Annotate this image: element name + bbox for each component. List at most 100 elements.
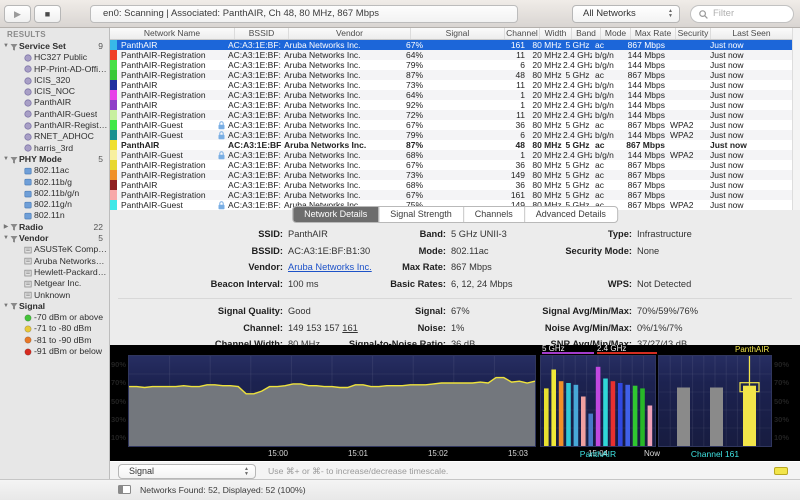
disclosure-triangle-icon[interactable]: ▶ (0, 222, 9, 233)
table-row[interactable]: PanthAIR-RegistrationAC:A3:1E:BF:…Aruba … (110, 190, 792, 200)
sidebar-item-panthair-guest[interactable]: PanthAIR-Guest (0, 109, 109, 120)
cell-security: WPA2 (667, 150, 702, 160)
sidebar-item-91-dbm-or-below[interactable]: -91 dBm or below (0, 346, 109, 357)
sidebar-group-service-set[interactable]: ▼Service Set9 (0, 41, 109, 52)
table-row[interactable]: PanthAIR-RegistrationAC:A3:1E:BF:…Aruba … (110, 110, 792, 120)
sidebar-item-802-11b-g-n[interactable]: 802.11b/g/n (0, 188, 109, 199)
sidebar-item-label: Netgear Inc. (34, 278, 81, 289)
sidebar-item-rnet-adhoc[interactable]: RNET_ADHOC (0, 131, 109, 142)
cell-channel: 36 (496, 120, 531, 130)
disclosure-triangle-icon[interactable]: ▼ (0, 301, 9, 312)
sidebar-item-81-to-90-dbm[interactable]: -81 to -90 dBm (0, 335, 109, 346)
cell-signal: 67% (402, 160, 496, 170)
table-row[interactable]: PanthAIRAC:A3:1E:BF:…Aruba Networks Inc.… (110, 40, 792, 50)
table-scrollbar[interactable] (792, 28, 800, 210)
sidebar-item-panthair[interactable]: PanthAIR (0, 97, 109, 108)
filter-placeholder: Filter (713, 8, 734, 19)
sidebar-item-802-11b-g[interactable]: 802.11b/g (0, 177, 109, 188)
sidebar-item-70-dbm-or-above[interactable]: -70 dBm or above (0, 312, 109, 323)
cell-vendor: Aruba Networks Inc. (282, 190, 402, 200)
table-header[interactable]: Network NameBSSIDVendorSignalChannelWidt… (110, 28, 792, 40)
sidebar-item-harris-3rd[interactable]: harris_3rd (0, 143, 109, 154)
graph-metric-popup[interactable]: Signal ▲▼ (118, 464, 256, 479)
table-row[interactable]: PanthAIR-RegistrationAC:A3:1E:BF:…Aruba … (110, 170, 792, 180)
table-row[interactable]: PanthAIR-GuestAC:A3:1E:BF:…Aruba Network… (110, 130, 792, 140)
column-header-channel[interactable]: Channel (505, 28, 540, 39)
cell-max-rate: 144 Mbps (622, 150, 667, 160)
network-filter-popup[interactable]: All Networks ▲▼ (572, 5, 680, 23)
cell-network-name: PanthAIR-Guest (117, 150, 228, 160)
column-header-band[interactable]: Band (572, 28, 601, 39)
sidebar-item-hewlett-packard[interactable]: Hewlett-Packard… (0, 267, 109, 278)
table-row[interactable]: PanthAIR-RegistrationAC:A3:1E:BF:…Aruba … (110, 70, 792, 80)
sidebar-item-802-11ac[interactable]: 802.11ac (0, 165, 109, 176)
play-icon: ▶ (14, 9, 21, 19)
cell-channel: 1 (496, 150, 531, 160)
column-header-signal[interactable]: Signal (411, 28, 505, 39)
tab-advanced-details[interactable]: Advanced Details (525, 207, 617, 222)
sidebar-item-icis-noc[interactable]: ICIS_NOC (0, 86, 109, 97)
sidebar-item-71-to-80-dbm[interactable]: -71 to -80 dBm (0, 323, 109, 334)
cell-vendor: Aruba Networks Inc. (282, 50, 402, 60)
table-row[interactable]: PanthAIR-RegistrationAC:A3:1E:BF:…Aruba … (110, 50, 792, 60)
table-row[interactable]: PanthAIRAC:A3:1E:BF:…Aruba Networks Inc.… (110, 100, 792, 110)
tab-channels[interactable]: Channels (464, 207, 525, 222)
scan-start-button[interactable]: ▶ (4, 5, 31, 23)
table-row[interactable]: PanthAIRAC:A3:1E:BF:…Aruba Networks Inc.… (110, 140, 792, 150)
column-header-security[interactable]: Security (676, 28, 711, 39)
sidebar-item-asustek-comp[interactable]: ASUSTeK Comp… (0, 244, 109, 255)
cell-signal: 87% (402, 70, 496, 80)
cell-signal: 68% (402, 150, 496, 160)
table-row[interactable]: PanthAIR-RegistrationAC:A3:1E:BF:…Aruba … (110, 60, 792, 70)
table-row[interactable]: PanthAIR-GuestAC:A3:1E:BF:…Aruba Network… (110, 150, 792, 160)
sidebar-item-icis-320[interactable]: ICIS_320 (0, 75, 109, 86)
sidebar-item-802-11n[interactable]: 802.11n (0, 210, 109, 221)
sidebar-item-panthair-regist[interactable]: PanthAIR-Regist… (0, 120, 109, 131)
network-color-swatch (110, 140, 117, 150)
sidebar-item-aruba-networks[interactable]: Aruba Networks… (0, 256, 109, 267)
sidebar-group-phy-mode[interactable]: ▼PHY Mode5 (0, 154, 109, 165)
filter-search-field[interactable]: Filter (690, 5, 794, 23)
disclosure-triangle-icon[interactable]: ▼ (0, 233, 9, 244)
sidebar-group-signal[interactable]: ▼Signal (0, 301, 109, 312)
tab-signal-strength[interactable]: Signal Strength (379, 207, 464, 222)
cell-signal: 64% (402, 90, 496, 100)
detail-label: Channel: (118, 323, 283, 333)
column-header-mode[interactable]: Mode (601, 28, 631, 39)
table-row[interactable]: PanthAIR-RegistrationAC:A3:1E:BF:…Aruba … (110, 90, 792, 100)
table-row[interactable]: PanthAIRAC:A3:1E:BF:…Aruba Networks Inc.… (110, 80, 792, 90)
column-header-width[interactable]: Width (540, 28, 572, 39)
sidebar-group-vendor[interactable]: ▼Vendor5 (0, 233, 109, 244)
cell-band: 2.4 GHz (563, 150, 592, 160)
table-row[interactable]: PanthAIRAC:A3:1E:BF:…Aruba Networks Inc.… (110, 180, 792, 190)
sidebar-item-label: RNET_ADHOC (34, 131, 94, 142)
sidebar-item-unknown[interactable]: Unknown (0, 290, 109, 301)
sidebar-item-hp-print-ad-offi[interactable]: HP-Print-AD-Offi… (0, 64, 109, 75)
column-header-network-name[interactable]: Network Name (110, 28, 235, 39)
band-overview-chart (540, 355, 656, 447)
sidebar-item-hc327-public[interactable]: HC327 Public (0, 52, 109, 63)
column-header-max-rate[interactable]: Max Rate (631, 28, 676, 39)
cell-band: 5 GHz (563, 40, 592, 50)
tab-network-details[interactable]: Network Details (293, 207, 379, 222)
table-row[interactable]: PanthAIR-RegistrationAC:A3:1E:BF:…Aruba … (110, 160, 792, 170)
column-header-bssid[interactable]: BSSID (235, 28, 289, 39)
detail-label: Band: (300, 229, 446, 239)
column-header-last-seen[interactable]: Last Seen (711, 28, 792, 39)
disclosure-triangle-icon[interactable]: ▼ (0, 41, 9, 52)
cell-max-rate: 144 Mbps (622, 110, 667, 120)
sidebar-item-netgear-inc[interactable]: Netgear Inc. (0, 278, 109, 289)
sidebar-toggle-icon[interactable] (118, 485, 131, 494)
sidebar-group-count: 9 (98, 41, 109, 52)
disclosure-triangle-icon[interactable]: ▼ (0, 154, 9, 165)
sidebar-group-radio[interactable]: ▶Radio22 (0, 222, 109, 233)
sidebar-item-802-11g-n[interactable]: 802.11g/n (0, 199, 109, 210)
cell-network-name: PanthAIR-Guest (117, 120, 228, 130)
network-icon (24, 144, 34, 152)
cell-width: 80 MHz (531, 170, 563, 180)
scan-stop-button[interactable]: ■ (34, 5, 61, 23)
filter-icon (9, 223, 19, 231)
table-row[interactable]: PanthAIR-GuestAC:A3:1E:BF:…Aruba Network… (110, 120, 792, 130)
sidebar-group-count: 5 (98, 233, 109, 244)
column-header-vendor[interactable]: Vendor (289, 28, 411, 39)
